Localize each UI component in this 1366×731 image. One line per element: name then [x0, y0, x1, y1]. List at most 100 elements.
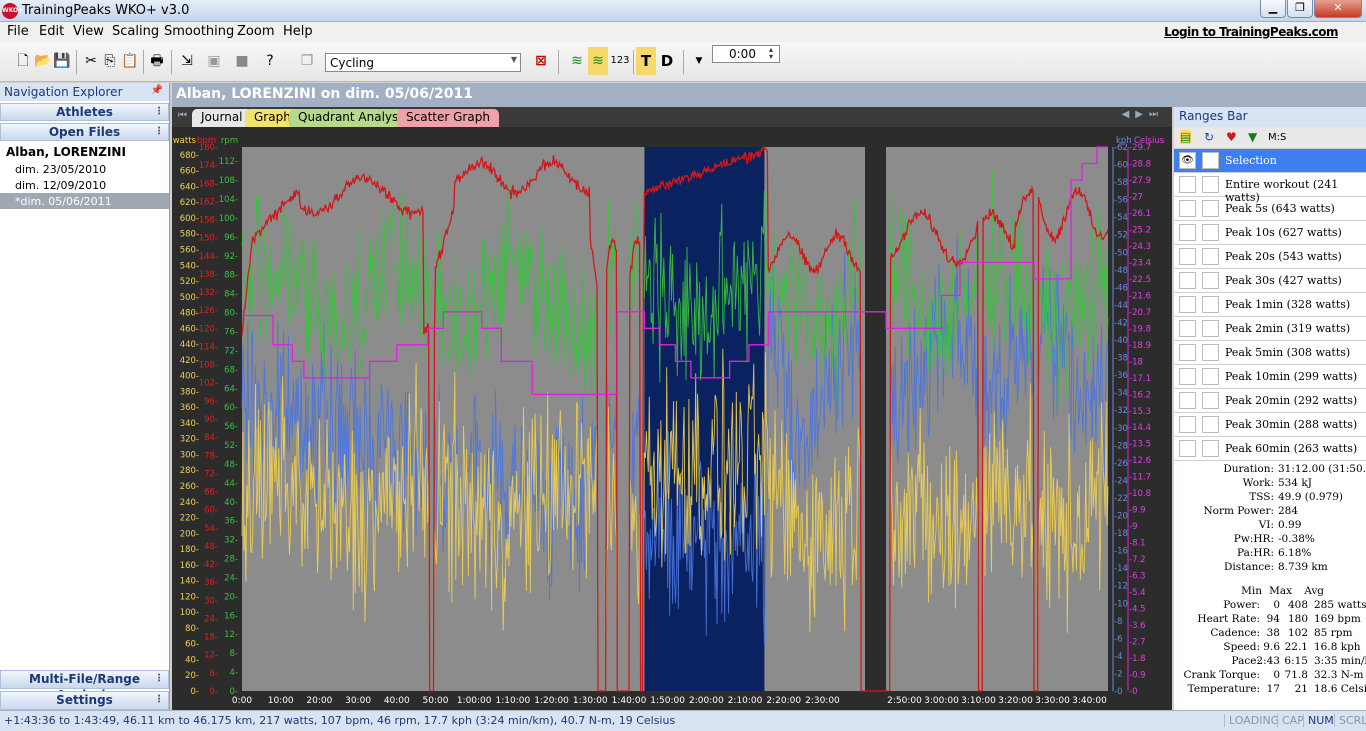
range-row[interactable]: Peak 20min (292 watts): [1174, 389, 1366, 413]
heart-icon[interactable]: ♥: [1226, 130, 1237, 144]
x-tick-label: 2:20:00: [766, 696, 801, 706]
range-row[interactable]: Entire workout (241 watts): [1174, 173, 1366, 204]
open-files-section[interactable]: Open Files ⋮: [0, 123, 169, 141]
save-icon[interactable]: 💾: [53, 52, 71, 70]
spin-icon[interactable]: ▴ ▾: [763, 46, 779, 62]
range-visibility-checkbox[interactable]: [1179, 296, 1196, 313]
copy-icon[interactable]: ⎘: [101, 52, 119, 70]
range-row[interactable]: Peak 10min (299 watts): [1174, 365, 1366, 389]
login-link[interactable]: Login to TrainingPeaks.com: [1164, 25, 1338, 39]
sport-dropdown[interactable]: Cycling ▼: [325, 53, 521, 72]
range-color-checkbox[interactable]: [1202, 224, 1219, 241]
range-color-checkbox[interactable]: [1202, 392, 1219, 409]
range-row[interactable]: Peak 1min (328 watts): [1174, 293, 1366, 317]
print-icon[interactable]: 🖶: [148, 52, 166, 70]
new-file-icon[interactable]: 🗋: [14, 52, 32, 70]
range-visibility-checkbox[interactable]: [1179, 368, 1196, 385]
download-device-icon[interactable]: ⇲: [178, 52, 196, 70]
settings-section[interactable]: Settings ⋮: [0, 691, 169, 710]
range-row[interactable]: Peak 20s (543 watts): [1174, 245, 1366, 269]
range-row[interactable]: Peak 10s (627 watts): [1174, 221, 1366, 245]
window-icon[interactable]: ❐: [298, 52, 316, 70]
open-folder-icon[interactable]: 📂: [34, 52, 52, 70]
minimize-button[interactable]: ▁: [1260, 0, 1286, 18]
y-tick-label-speed: -2: [1114, 669, 1122, 679]
range-color-checkbox[interactable]: [1202, 296, 1219, 313]
range-color-checkbox[interactable]: [1202, 344, 1219, 361]
tab-scatter-graph[interactable]: Scatter Graph: [397, 109, 499, 127]
tab-navigation-icon[interactable]: ◀▶⏭: [1122, 109, 1164, 120]
range-visibility-checkbox[interactable]: [1179, 344, 1196, 361]
graph-view-active-icon[interactable]: ≋: [588, 47, 608, 75]
device-icon[interactable]: ▣: [205, 52, 223, 70]
menu-file[interactable]: File: [7, 24, 29, 39]
menu-smoothing[interactable]: Smoothing: [164, 24, 234, 39]
range-color-checkbox[interactable]: [1202, 200, 1219, 217]
range-row[interactable]: Peak 2min (319 watts): [1174, 317, 1366, 341]
chart-icon[interactable]: ▤: [1180, 130, 1192, 144]
range-row[interactable]: Peak 5min (308 watts): [1174, 341, 1366, 365]
workout-chart[interactable]: 0- 20- 40- 60- 80- 100- 120- 140- 160- 180- 200- 22…: [172, 127, 1172, 710]
maximize-button[interactable]: ❐: [1287, 0, 1313, 18]
menu-zoom[interactable]: Zoom: [237, 24, 274, 39]
menu-view[interactable]: View: [73, 24, 104, 39]
dropdown-arrow-icon[interactable]: ▼: [690, 52, 708, 70]
toolbar-separator: [683, 50, 684, 74]
range-row-selection[interactable]: 👁 Selection: [1174, 149, 1366, 173]
pin-icon[interactable]: 📌: [151, 85, 163, 96]
chart-header-title: Alban, LORENZINI on dim. 05/06/2011: [176, 86, 474, 102]
cut-icon[interactable]: ✂: [82, 52, 100, 70]
range-color-checkbox[interactable]: [1202, 248, 1219, 265]
y-tick-label-power: 660-: [180, 167, 199, 177]
range-visibility-checkbox[interactable]: [1179, 320, 1196, 337]
mountain-icon[interactable]: ▼: [1248, 130, 1257, 144]
range-visibility-checkbox[interactable]: [1179, 272, 1196, 289]
menu-help[interactable]: Help: [283, 24, 313, 39]
first-page-icon[interactable]: ⏮: [178, 110, 187, 121]
range-color-checkbox[interactable]: [1202, 176, 1219, 193]
refresh-icon[interactable]: ↻: [1204, 130, 1214, 144]
stop-icon[interactable]: ■: [233, 52, 251, 70]
athlete-name[interactable]: Alban, LORENZINI: [0, 143, 169, 161]
toolbar-separator: [171, 50, 172, 74]
range-color-checkbox[interactable]: [1202, 272, 1219, 289]
range-visibility-checkbox[interactable]: [1179, 440, 1196, 457]
delete-icon[interactable]: ⊠: [532, 52, 550, 70]
range-visibility-checkbox[interactable]: [1179, 392, 1196, 409]
y-tick-label-cadence: 8-: [230, 649, 238, 659]
chart-area[interactable]: 0- 20- 40- 60- 80- 100- 120- 140- 160- 180- 200- 22…: [172, 127, 1172, 710]
range-visibility-checkbox[interactable]: [1179, 416, 1196, 433]
range-color-checkbox[interactable]: [1202, 440, 1219, 457]
range-row[interactable]: Peak 30min (288 watts): [1174, 413, 1366, 437]
range-row[interactable]: Peak 60min (263 watts): [1174, 437, 1366, 461]
range-visibility-checkbox[interactable]: [1179, 176, 1196, 193]
distance-axis-button[interactable]: D: [658, 52, 676, 70]
multi-file-section[interactable]: Multi-File/Range Analysis⋮: [0, 670, 169, 702]
menu-edit[interactable]: Edit: [39, 24, 64, 39]
help-icon[interactable]: ?: [261, 52, 279, 70]
range-row[interactable]: Peak 30s (427 watts): [1174, 269, 1366, 293]
range-color-checkbox[interactable]: [1202, 152, 1219, 169]
time-format-label[interactable]: M:S: [1268, 132, 1286, 143]
y-tick-label-hr: 114-: [199, 342, 218, 352]
file-item-selected[interactable]: *dim. 05/06/2011: [0, 193, 169, 209]
file-item[interactable]: dim. 23/05/2010: [0, 161, 169, 177]
paste-icon[interactable]: 📋: [121, 52, 139, 70]
range-color-checkbox[interactable]: [1202, 320, 1219, 337]
range-row[interactable]: Peak 5s (643 watts): [1174, 197, 1366, 221]
eye-icon[interactable]: 👁: [1179, 152, 1196, 169]
tab-journal[interactable]: Journal: [192, 109, 252, 127]
range-visibility-checkbox[interactable]: [1179, 224, 1196, 241]
range-visibility-checkbox[interactable]: [1179, 200, 1196, 217]
graph-view-icon[interactable]: ≋: [568, 52, 586, 70]
range-color-checkbox[interactable]: [1202, 416, 1219, 433]
athletes-section[interactable]: Athletes ⋮: [0, 103, 169, 121]
time-axis-button[interactable]: T: [636, 47, 656, 75]
close-button[interactable]: ✕: [1314, 0, 1362, 18]
file-item[interactable]: dim. 12/09/2010: [0, 177, 169, 193]
range-color-checkbox[interactable]: [1202, 368, 1219, 385]
numbers-icon[interactable]: 123: [609, 52, 631, 70]
x-tick-label: 30:00: [345, 696, 371, 706]
menu-scaling[interactable]: Scaling: [112, 24, 159, 39]
range-visibility-checkbox[interactable]: [1179, 248, 1196, 265]
